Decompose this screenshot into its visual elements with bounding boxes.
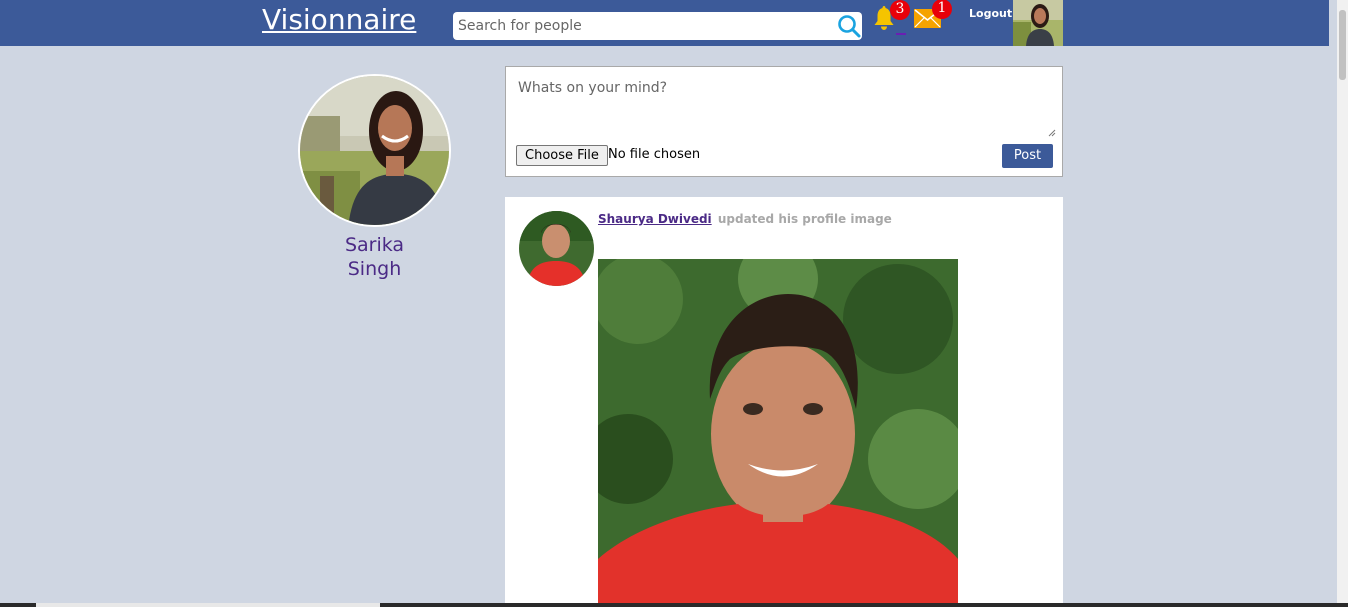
post-header: Shaurya Dwivedi updated his profile imag… [598, 212, 892, 226]
post-image[interactable] [598, 259, 958, 607]
profile-last-name: Singh [347, 258, 402, 280]
notification-count-badge: 3 [890, 0, 910, 20]
post-author-link[interactable]: Shaurya Dwivedi [598, 212, 712, 226]
search-box [453, 12, 862, 40]
post-button[interactable]: Post [1002, 144, 1053, 168]
feed-post: Shaurya Dwivedi updated his profile imag… [505, 197, 1063, 607]
resize-grip-icon[interactable] [1048, 129, 1056, 137]
notification-underline [896, 33, 906, 35]
profile-name[interactable]: Sarika Singh [298, 233, 451, 281]
search-icon[interactable] [837, 14, 861, 38]
horizontal-scrollbar-thumb[interactable] [36, 603, 380, 607]
choose-file-button[interactable]: Choose File [516, 145, 608, 166]
post-text-input[interactable] [512, 74, 1057, 141]
file-status-text: No file chosen [608, 147, 701, 162]
message-count-badge: 1 [932, 0, 952, 19]
post-composer: Choose File No file chosen Post [505, 66, 1063, 177]
user-avatar[interactable] [1013, 0, 1063, 46]
post-author-avatar[interactable] [519, 211, 594, 286]
vertical-scrollbar-thumb[interactable] [1339, 10, 1346, 80]
search-input[interactable] [453, 12, 833, 40]
profile-first-name: Sarika [344, 234, 405, 256]
top-navbar: Visionnaire 3 1 Logout [0, 0, 1329, 46]
logout-link[interactable]: Logout [969, 7, 1012, 20]
vertical-scrollbar[interactable] [1337, 0, 1348, 607]
post-action-text: updated his profile image [717, 212, 892, 226]
profile-avatar[interactable] [298, 74, 451, 227]
brand-logo-link[interactable]: Visionnaire [262, 3, 416, 36]
